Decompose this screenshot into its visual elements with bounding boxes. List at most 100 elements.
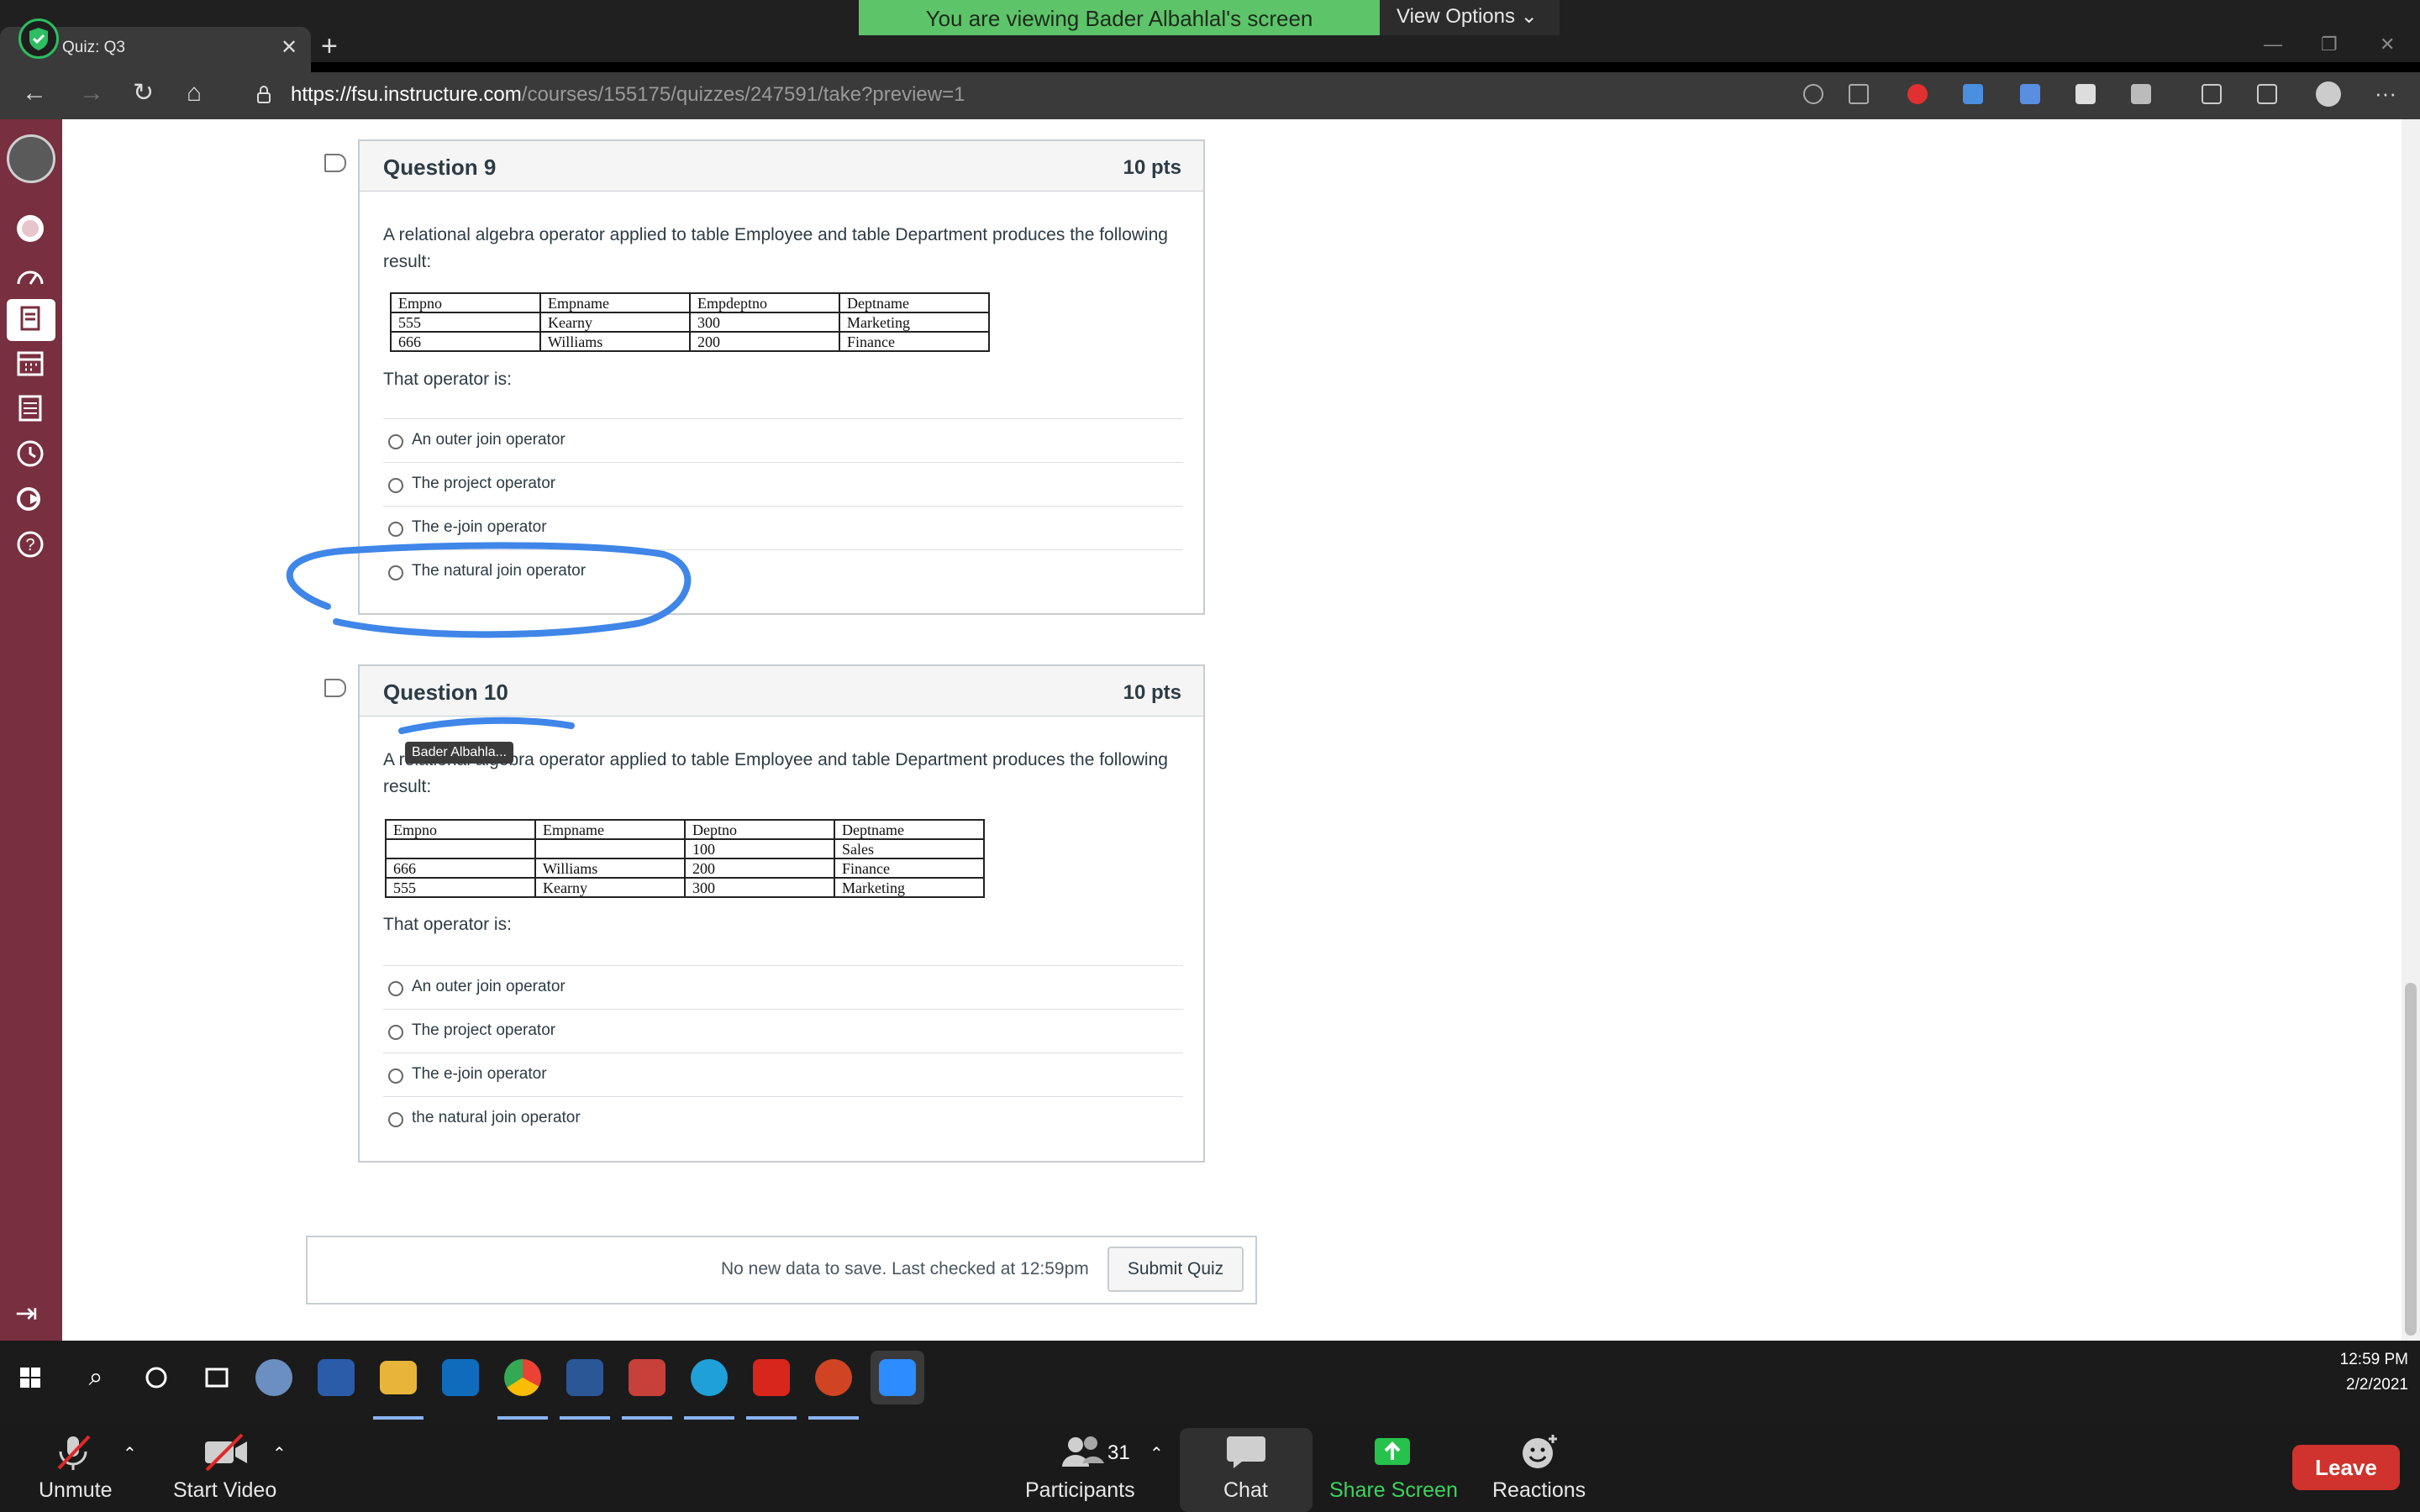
task-view-icon[interactable] <box>193 1354 240 1401</box>
calendar-icon[interactable] <box>15 348 45 378</box>
radio-button[interactable] <box>388 1025 403 1040</box>
chat-label[interactable]: Chat <box>1223 1478 1268 1503</box>
powerpoint-icon[interactable] <box>815 1359 852 1396</box>
account-icon[interactable] <box>15 213 45 244</box>
chat-icon[interactable] <box>1225 1433 1267 1478</box>
chrome-icon[interactable] <box>504 1359 541 1396</box>
home-icon[interactable]: ⌂ <box>187 81 202 106</box>
share-screen-icon[interactable] <box>1371 1433 1413 1478</box>
participants-label[interactable]: Participants <box>1025 1478 1135 1503</box>
acrobat-icon[interactable] <box>753 1359 790 1396</box>
share-screen-label[interactable]: Share Screen <box>1329 1478 1458 1503</box>
refresh-icon[interactable]: ↻ <box>133 81 154 106</box>
forward-icon[interactable]: → <box>79 81 104 106</box>
inbox-icon[interactable] <box>15 393 45 423</box>
zoom-icon[interactable] <box>879 1359 916 1396</box>
history-icon[interactable] <box>15 438 45 469</box>
radio-button[interactable] <box>388 981 403 996</box>
favorite-add-icon[interactable] <box>1849 84 1869 104</box>
answer-label[interactable]: The natural join operator <box>412 562 586 580</box>
system-clock[interactable]: 12:59 PM 2/2/2021 <box>2340 1347 2408 1398</box>
reactions-icon[interactable] <box>1519 1433 1561 1478</box>
flag-question-10-icon[interactable] <box>324 679 346 697</box>
table-row: 100 Sales <box>385 838 985 859</box>
answer-option[interactable]: The project operator <box>383 462 1183 506</box>
answer-option[interactable]: The e-join operator <box>383 1053 1183 1096</box>
edge-icon[interactable] <box>691 1359 728 1396</box>
answer-option[interactable]: The natural join operator <box>383 549 1183 593</box>
dashboard-icon[interactable] <box>15 262 45 292</box>
participants-chevron-icon[interactable]: ⌃ <box>1150 1443 1164 1464</box>
file-explorer-icon[interactable] <box>380 1361 417 1394</box>
audio-options-chevron-icon[interactable]: ⌃ <box>123 1443 137 1464</box>
screenshot-icon[interactable] <box>2131 84 2151 104</box>
table-cell <box>534 838 686 859</box>
radio-button[interactable] <box>388 1068 403 1084</box>
table-header-cell: Empno <box>390 292 541 313</box>
answer-option[interactable]: The e-join operator <box>383 506 1183 549</box>
paint-icon[interactable] <box>255 1359 292 1396</box>
tab-close-icon[interactable]: ✕ <box>281 35 297 60</box>
more-options-icon[interactable]: ··· <box>2375 81 2396 106</box>
participants-icon[interactable] <box>1060 1433 1106 1478</box>
word-icon[interactable] <box>566 1359 603 1396</box>
radio-button[interactable] <box>388 1112 403 1127</box>
answer-label[interactable]: The project operator <box>412 475 555 493</box>
microphone-muted-icon[interactable] <box>52 1433 94 1478</box>
leave-meeting-button[interactable]: Leave <box>2292 1445 2400 1490</box>
answer-label[interactable]: the natural join operator <box>412 1109 581 1127</box>
answer-option[interactable]: An outer join operator <box>383 418 1183 462</box>
scrollbar-thumb[interactable] <box>2405 983 2417 1336</box>
edge-active-indicator <box>684 1416 734 1420</box>
radio-button[interactable] <box>388 522 403 537</box>
help-icon[interactable]: ? <box>15 529 45 559</box>
submit-quiz-button[interactable]: Submit Quiz <box>1107 1247 1244 1292</box>
outlook-icon[interactable] <box>442 1359 479 1396</box>
table-cell: 100 <box>684 838 835 859</box>
zoom-out-icon[interactable] <box>1803 84 1823 104</box>
collections-icon[interactable] <box>2257 84 2277 104</box>
answer-option[interactable]: An outer join operator <box>383 965 1183 1009</box>
extension-camera-icon[interactable] <box>2020 84 2040 104</box>
start-video-label[interactable]: Start Video <box>173 1478 276 1503</box>
answer-label[interactable]: The e-join operator <box>412 518 547 537</box>
unmute-label[interactable]: Unmute <box>39 1478 113 1503</box>
profile-avatar[interactable] <box>2316 81 2341 107</box>
search-icon[interactable]: ⌕ <box>72 1354 119 1401</box>
university-seal-logo[interactable] <box>7 134 55 183</box>
question-9-result-table: Empno Empname Empdeptno Deptname 555 Kea… <box>390 292 990 352</box>
radio-button[interactable] <box>388 478 403 493</box>
extension-note-icon[interactable] <box>2075 84 2096 104</box>
answer-label[interactable]: The e-join operator <box>412 1065 547 1084</box>
flag-question-9-icon[interactable] <box>324 154 346 172</box>
sql-developer-icon[interactable] <box>318 1359 355 1396</box>
svg-text:?: ? <box>25 536 34 554</box>
back-icon[interactable]: ← <box>22 81 47 106</box>
radio-button[interactable] <box>388 434 403 449</box>
winrar-icon[interactable] <box>629 1359 666 1396</box>
collapse-nav-icon[interactable]: ⇥ <box>15 1297 38 1329</box>
radio-button[interactable] <box>388 565 403 580</box>
video-off-icon[interactable] <box>202 1433 250 1478</box>
view-options-button[interactable]: View Options ⌄ <box>1380 0 1560 35</box>
new-tab-icon[interactable]: + <box>321 32 338 60</box>
extension-translate-icon[interactable] <box>1963 84 1983 104</box>
answer-label[interactable]: An outer join operator <box>412 431 566 449</box>
windows-start-icon[interactable] <box>10 1354 50 1401</box>
answer-option[interactable]: The project operator <box>383 1009 1183 1053</box>
extension-stop-icon[interactable] <box>1907 84 1928 104</box>
window-close-icon[interactable]: ✕ <box>2380 34 2395 55</box>
favorites-icon[interactable] <box>2202 84 2222 104</box>
answer-label[interactable]: An outer join operator <box>412 978 566 996</box>
courses-icon[interactable] <box>15 304 45 334</box>
video-options-chevron-icon[interactable]: ⌃ <box>272 1443 287 1464</box>
minimize-icon[interactable]: — <box>2264 34 2282 55</box>
answer-label[interactable]: The project operator <box>412 1021 555 1040</box>
restore-icon[interactable]: ❐ <box>2321 34 2338 55</box>
question-9-text: A relational algebra operator applied to… <box>383 225 1168 271</box>
cortana-icon[interactable] <box>133 1354 180 1401</box>
reactions-label[interactable]: Reactions <box>1492 1478 1586 1503</box>
commons-icon[interactable] <box>15 484 45 514</box>
answer-option[interactable]: the natural join operator <box>383 1096 1183 1140</box>
url-text[interactable]: https://fsu.instructure.com/courses/1551… <box>291 83 965 107</box>
